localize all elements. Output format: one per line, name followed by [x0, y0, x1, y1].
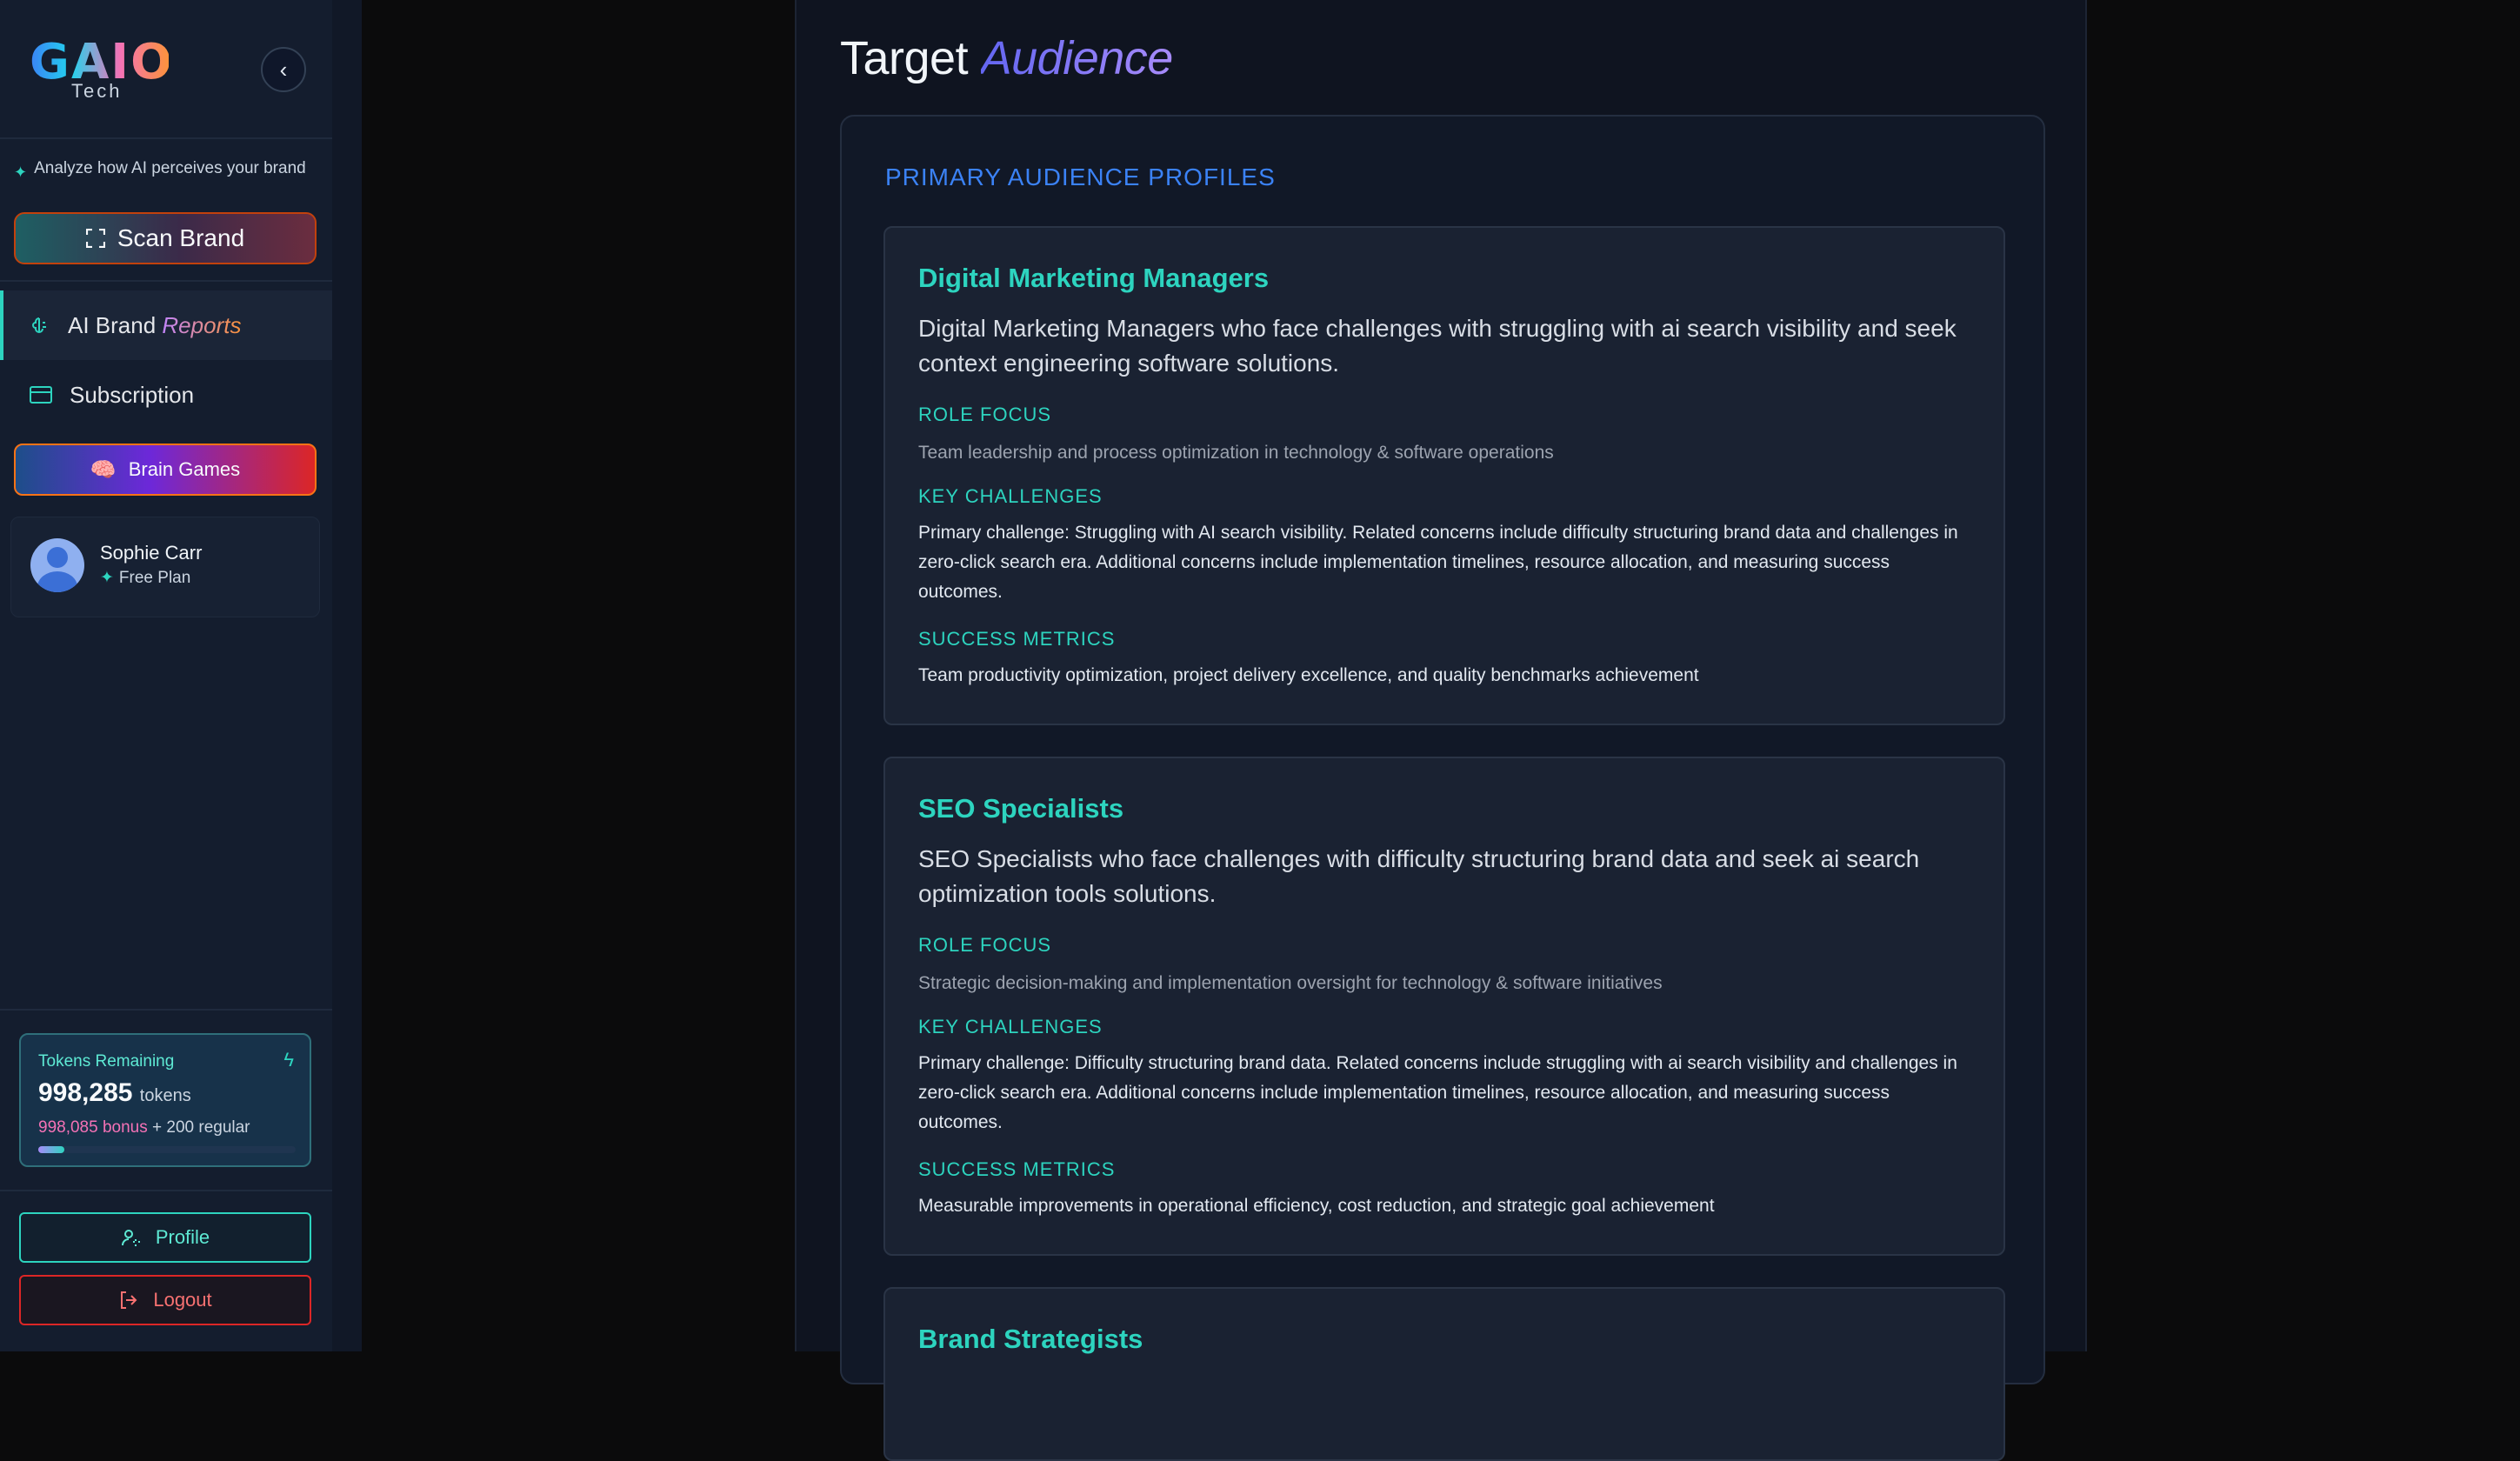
- key-challenges-label: KEY CHALLENGES: [918, 485, 1103, 507]
- role-focus-label: ROLE FOCUS: [918, 404, 1052, 425]
- success-metrics-label: SUCCESS METRICS: [918, 628, 1116, 650]
- profile-label: Profile: [155, 1226, 210, 1248]
- logout-button[interactable]: Logout: [19, 1275, 311, 1325]
- credit-card-icon: [30, 384, 52, 406]
- sidebar: GAIO Tech ‹ ✦ Analyze how AI perceives y…: [0, 0, 362, 1351]
- tokens-progress-bar: [38, 1146, 296, 1153]
- tokens-breakdown: 998,085 bonus + 200 regular: [38, 1118, 250, 1137]
- chevron-left-icon: ‹: [279, 56, 288, 83]
- user-name: Sophie Carr: [100, 542, 203, 564]
- success-metrics-text: Measurable improvements in operational e…: [918, 1196, 1715, 1216]
- tokens-card: Tokens Remaining ϟ 998,285 tokens 998,08…: [19, 1033, 311, 1167]
- audience-profile-card: Brand Strategists: [883, 1287, 2005, 1461]
- role-focus-text: Team leadership and process optimization…: [918, 443, 1554, 463]
- collapse-sidebar-button[interactable]: ‹: [261, 47, 306, 92]
- page-title: Target Audience: [840, 32, 1173, 84]
- success-metrics-text: Team productivity optimization, project …: [918, 665, 1699, 685]
- divider: [0, 280, 332, 282]
- nav-item-subscription[interactable]: Subscription: [0, 360, 332, 430]
- user-cog-icon: [121, 1230, 140, 1246]
- key-challenges-label: KEY CHALLENGES: [918, 1016, 1103, 1037]
- lightning-icon: ϟ: [283, 1049, 294, 1071]
- scan-brand-button[interactable]: Scan Brand: [14, 212, 317, 264]
- profile-title: Digital Marketing Managers: [918, 263, 1270, 293]
- brain-games-label: Brain Games: [128, 458, 241, 480]
- avatar: [30, 538, 84, 592]
- brain-icon: 🧠: [90, 457, 117, 482]
- nav-label-reports: AI Brand Reports: [68, 311, 242, 338]
- app-window: GAIO Tech ‹ ✦ Analyze how AI perceives y…: [0, 0, 2520, 1461]
- profile-description: Digital Marketing Managers who face chal…: [918, 315, 1957, 377]
- scan-brand-label: Scan Brand: [117, 224, 245, 251]
- nav-item-ai-brand-reports[interactable]: AI Brand Reports: [0, 290, 332, 360]
- main-content: Target Audience PRIMARY AUDIENCE PROFILE…: [795, 0, 2087, 1461]
- key-challenges-text: Primary challenge: Struggling with AI se…: [918, 523, 1958, 602]
- role-focus-label: ROLE FOCUS: [918, 934, 1052, 956]
- audience-profile-card: SEO Specialists SEO Specialists who face…: [883, 757, 2005, 1256]
- nav-label-subscription: Subscription: [70, 381, 195, 408]
- tokens-progress-fill: [38, 1146, 64, 1153]
- analyze-text: Analyze how AI perceives your brand: [34, 159, 306, 177]
- divider: [0, 1190, 332, 1191]
- brain-games-button[interactable]: 🧠 Brain Games: [14, 444, 317, 496]
- sidebar-panel: GAIO Tech ‹ ✦ Analyze how AI perceives y…: [0, 0, 332, 1351]
- logo[interactable]: GAIO Tech: [30, 38, 172, 103]
- section-title: PRIMARY AUDIENCE PROFILES: [885, 163, 1276, 190]
- divider: [0, 1009, 332, 1011]
- user-card[interactable]: Sophie Carr ✦ Free Plan: [10, 517, 320, 617]
- tokens-label: Tokens Remaining: [38, 1052, 175, 1071]
- tokens-value: 998,285 tokens: [38, 1078, 191, 1107]
- sparkle-icon: ✦: [100, 569, 114, 587]
- brain-circuit-icon: [28, 314, 50, 337]
- logo-subtitle: Tech: [71, 80, 123, 102]
- logout-icon: [121, 1291, 137, 1309]
- analyze-hint: ✦ Analyze how AI perceives your brand: [14, 158, 310, 183]
- sparkle-icon: ✦: [14, 163, 28, 181]
- profile-description: SEO Specialists who face challenges with…: [918, 845, 1920, 907]
- success-metrics-label: SUCCESS METRICS: [918, 1158, 1116, 1180]
- key-challenges-text: Primary challenge: Difficulty structurin…: [918, 1053, 1957, 1132]
- audience-profile-card: Digital Marketing Managers Digital Marke…: [883, 226, 2005, 725]
- role-focus-text: Strategic decision-making and implementa…: [918, 973, 1663, 993]
- profile-button[interactable]: Profile: [19, 1212, 311, 1263]
- profile-title: SEO Specialists: [918, 793, 1124, 824]
- audience-panel: PRIMARY AUDIENCE PROFILES Digital Market…: [840, 115, 2045, 1461]
- profile-title: Brand Strategists: [918, 1324, 1143, 1354]
- logout-label: Logout: [153, 1289, 212, 1311]
- user-plan: ✦ Free Plan: [100, 568, 191, 588]
- divider: [0, 137, 332, 139]
- scan-icon: [85, 229, 105, 248]
